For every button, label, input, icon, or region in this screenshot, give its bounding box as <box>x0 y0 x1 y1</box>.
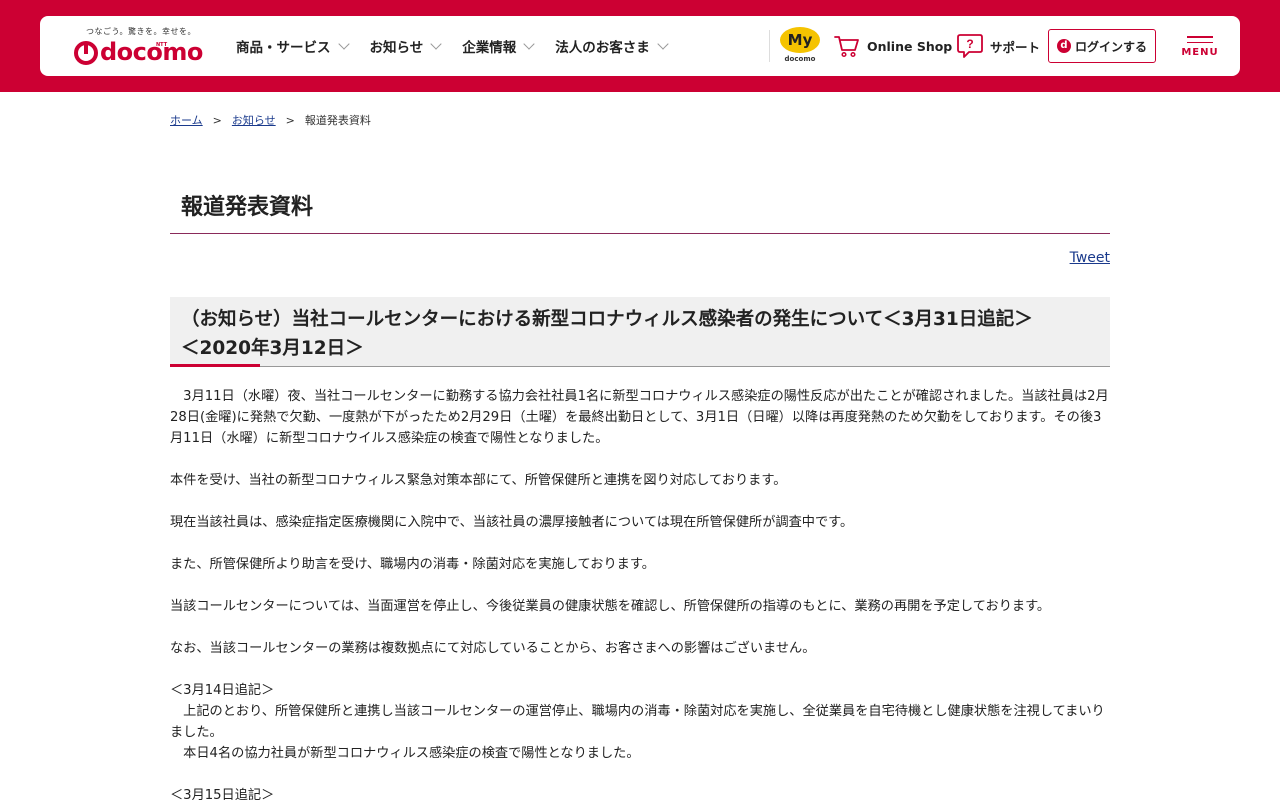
breadcrumb-separator: > <box>285 113 295 127</box>
nav-item-company[interactable]: 企業情報 <box>462 36 535 56</box>
update-heading: ＜3月14日追記＞ <box>170 683 275 698</box>
nav-item-news[interactable]: お知らせ <box>369 36 442 56</box>
help-bubble-icon: ? <box>957 34 983 58</box>
docomo-logo-mark-icon <box>74 41 98 65</box>
breadcrumb: ホーム > お知らせ > 報道発表資料 <box>170 112 371 128</box>
article-body: 3月11日（水曜）夜、当社コールセンターに勤務する協力会社社員1名に新型コロナウ… <box>170 386 1110 800</box>
chevron-down-icon <box>430 37 442 50</box>
headline-accent-bar <box>170 364 260 367</box>
article-paragraph: 本件を受け、当社の新型コロナウィルス緊急対策本部にて、所管保健所と連携を図り対応… <box>170 473 787 488</box>
d-account-icon: d <box>1056 39 1071 53</box>
nav-item-label: 商品・サービス <box>236 40 331 56</box>
online-shop-link[interactable]: Online Shop <box>834 34 952 58</box>
svg-text:?: ? <box>966 37 973 51</box>
article-paragraph: 本日4名の協力社員が新型コロナウィルス感染症の検査で陽性となりました。 <box>170 746 640 761</box>
nav-item-business[interactable]: 法人のお客さま <box>555 36 669 56</box>
main-nav: 商品・サービス お知らせ 企業情報 法人のお客さま <box>236 16 689 76</box>
breadcrumb-home[interactable]: ホーム <box>170 112 203 128</box>
article-paragraph: 3月11日（水曜）夜、当社コールセンターに勤務する協力会社社員1名に新型コロナウ… <box>170 389 1109 446</box>
menu-label: MENU <box>1181 47 1219 58</box>
logo-ntt: NTT <box>156 42 168 48</box>
article-paragraph: また、所管保健所より助言を受け、職場内の消毒・除菌対応を実施しております。 <box>170 557 655 572</box>
nav-item-products[interactable]: 商品・サービス <box>236 36 350 56</box>
nav-item-label: お知らせ <box>369 40 424 56</box>
my-docomo-badge: My <box>780 27 820 53</box>
article-paragraph: 当該コールセンターについては、当面運営を停止し、今後従業員の健康状態を確認し、所… <box>170 599 1051 614</box>
brand-tagline: つなごう。驚きを。幸せを。 <box>86 27 197 36</box>
chevron-down-icon <box>657 37 669 50</box>
chevron-down-icon <box>337 37 350 50</box>
docomo-logo[interactable]: つなごう。驚きを。幸せを。 docomo NTT <box>74 26 204 68</box>
online-shop-label: Online Shop <box>867 38 953 54</box>
my-docomo-sub: docomo <box>784 55 816 63</box>
breadcrumb-separator: > <box>212 113 222 127</box>
article-headline: （お知らせ）当社コールセンターにおける新型コロナウィルス感染者の発生について＜3… <box>170 297 1110 367</box>
cart-icon <box>834 36 859 58</box>
header-divider <box>769 30 770 62</box>
my-docomo-link[interactable]: My docomo <box>779 27 821 65</box>
login-button[interactable]: d ログインする <box>1048 29 1156 63</box>
menu-button[interactable]: MENU <box>1178 36 1222 58</box>
article-paragraph: なお、当該コールセンターの業務は複数拠点にて対応していることから、お客さまへの影… <box>170 641 816 656</box>
page-title: 報道発表資料 <box>170 186 1110 234</box>
headline-title: （お知らせ）当社コールセンターにおける新型コロナウィルス感染者の発生について＜3… <box>181 309 1033 330</box>
support-link[interactable]: ? サポート <box>957 34 1040 58</box>
breadcrumb-news[interactable]: お知らせ <box>232 112 276 128</box>
login-label: ログインする <box>1074 39 1147 54</box>
nav-item-label: 企業情報 <box>462 40 517 56</box>
headline-date: ＜2020年3月12日＞ <box>181 338 364 359</box>
support-label: サポート <box>990 39 1041 55</box>
hamburger-icon <box>1187 36 1213 38</box>
nav-item-label: 法人のお客さま <box>555 40 650 56</box>
article-paragraph: 上記のとおり、所管保健所と連携し当該コールセンターの運営停止、職場内の消毒・除菌… <box>170 704 1105 740</box>
update-heading: ＜3月15日追記＞ <box>170 788 275 800</box>
article-paragraph: 現在当該社員は、感染症指定医療機関に入院中で、当該社員の濃厚接触者については現在… <box>170 515 854 530</box>
tweet-link[interactable]: Tweet <box>1070 250 1110 266</box>
breadcrumb-current: 報道発表資料 <box>304 114 371 127</box>
site-header: つなごう。驚きを。幸せを。 docomo NTT 商品・サービス お知らせ 企業… <box>40 16 1240 76</box>
logo-text: docomo <box>100 38 203 66</box>
chevron-down-icon <box>523 37 535 50</box>
hamburger-icon-line <box>1187 41 1213 43</box>
